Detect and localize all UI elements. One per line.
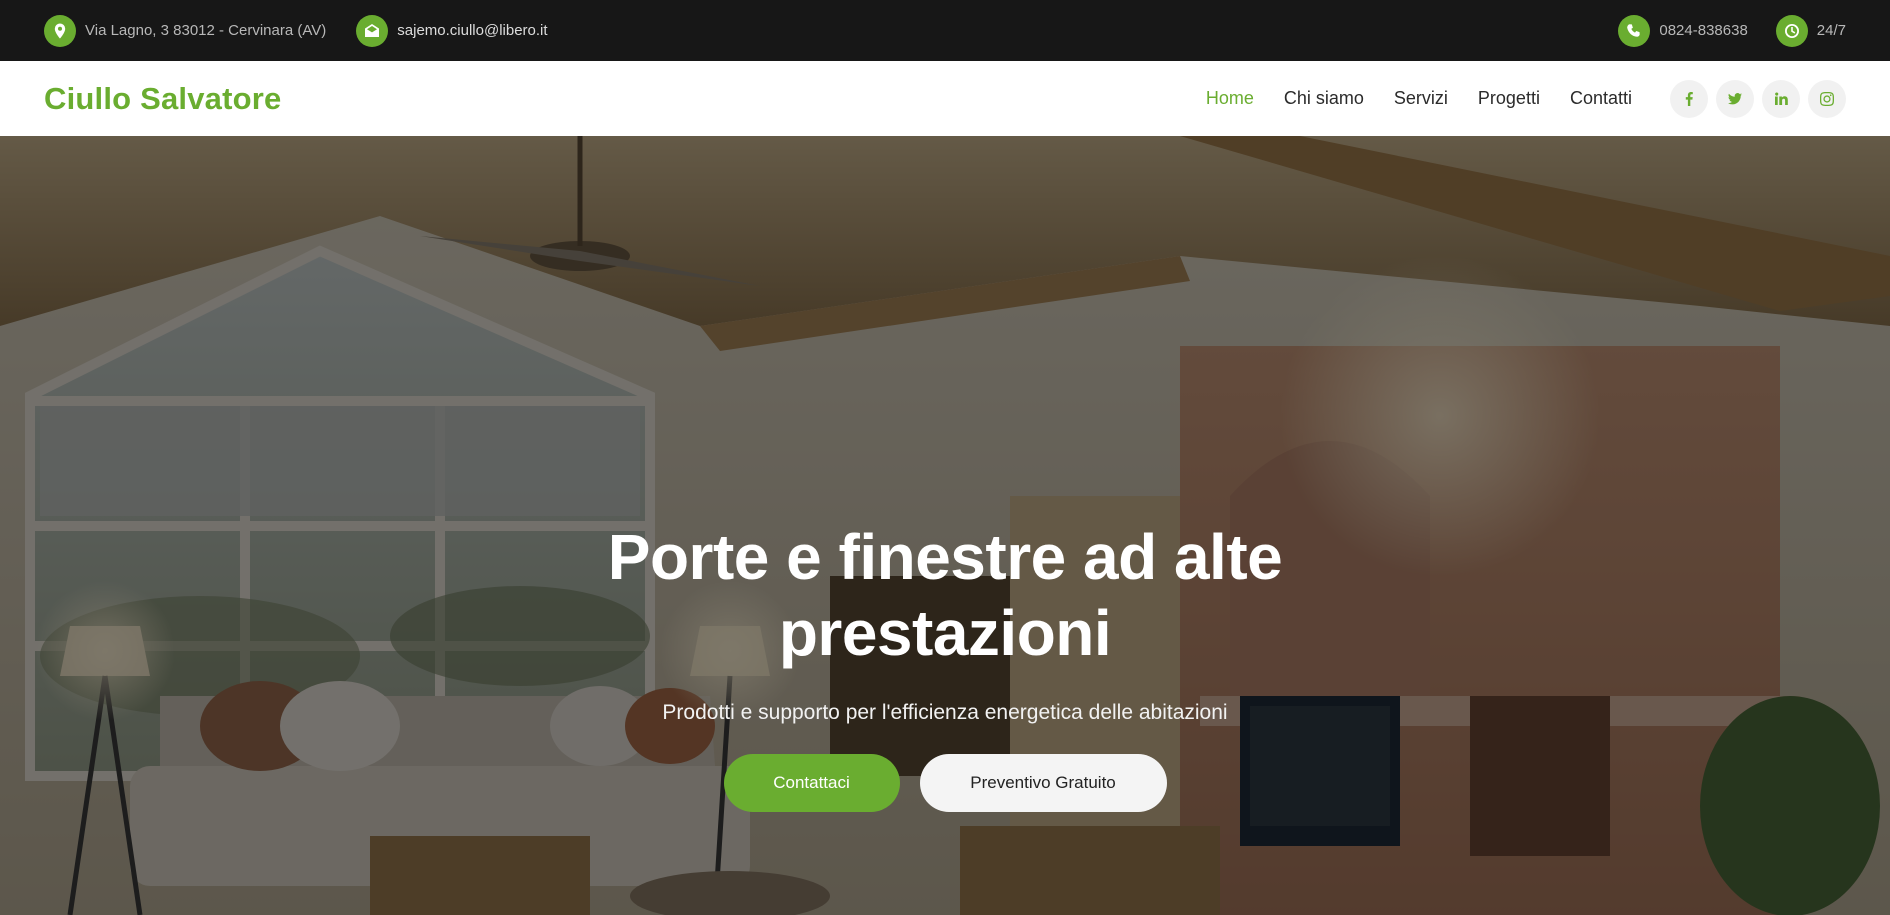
hero-content: Porte e finestre ad alte prestazioni Pro… xyxy=(0,519,1890,812)
linkedin-icon[interactable] xyxy=(1762,79,1800,118)
main-navbar: Ciullo Salvatore Home Chi siamo Servizi … xyxy=(0,61,1890,136)
hero-title-line-2: prestazioni xyxy=(778,597,1112,669)
hero-title: Porte e finestre ad alte prestazioni xyxy=(0,519,1890,671)
nav-link-progetti[interactable]: Progetti xyxy=(1478,88,1540,109)
nav-link-servizi[interactable]: Servizi xyxy=(1394,88,1448,109)
top-info-right: 0824-838638 24/7 xyxy=(1590,14,1846,47)
hero-title-line-1: Porte e finestre ad alte xyxy=(607,521,1283,593)
nav-links: Home Chi siamo Servizi Progetti Contatti xyxy=(1176,88,1632,109)
hero-buttons: Contattaci Preventivo Gratuito xyxy=(0,754,1890,812)
address-text: Via Lagno, 3 83012 - Cervinara (AV) xyxy=(85,22,327,39)
phone-icon xyxy=(1618,14,1651,47)
nav-link-home[interactable]: Home xyxy=(1206,88,1254,109)
nav-right: Home Chi siamo Servizi Progetti Contatti xyxy=(1176,79,1846,118)
twitter-icon[interactable] xyxy=(1716,79,1754,118)
brand-logo-text[interactable]: Ciullo Salvatore xyxy=(44,81,282,117)
instagram-icon[interactable] xyxy=(1808,79,1846,118)
nav-link-chi-siamo[interactable]: Chi siamo xyxy=(1284,88,1364,109)
social-links xyxy=(1662,79,1846,118)
address-item: Via Lagno, 3 83012 - Cervinara (AV) xyxy=(44,14,327,47)
hours-text: 24/7 xyxy=(1816,22,1846,39)
envelope-open-icon xyxy=(356,14,389,47)
hero-section: Porte e finestre ad alte prestazioni Pro… xyxy=(0,136,1890,915)
preventivo-gratuito-button[interactable]: Preventivo Gratuito xyxy=(919,754,1167,812)
top-info-left: Via Lagno, 3 83012 - Cervinara (AV) saje… xyxy=(44,14,578,47)
hours-item: 24/7 xyxy=(1775,14,1846,47)
phone-item[interactable]: 0824-838638 xyxy=(1618,14,1748,47)
facebook-icon[interactable] xyxy=(1670,79,1708,118)
map-pin-icon xyxy=(44,14,76,47)
email-item[interactable]: sajemo.ciullo@libero.it xyxy=(356,14,548,47)
phone-text[interactable]: 0824-838638 xyxy=(1659,22,1747,39)
email-text[interactable]: sajemo.ciullo@libero.it xyxy=(397,22,547,39)
hero-subtitle: Prodotti e supporto per l'efficienza ene… xyxy=(662,701,1228,724)
nav-link-contatti[interactable]: Contatti xyxy=(1570,88,1632,109)
clock-icon xyxy=(1775,14,1808,47)
top-info-bar: Via Lagno, 3 83012 - Cervinara (AV) saje… xyxy=(0,0,1890,61)
contattaci-button[interactable]: Contattaci xyxy=(723,754,900,812)
